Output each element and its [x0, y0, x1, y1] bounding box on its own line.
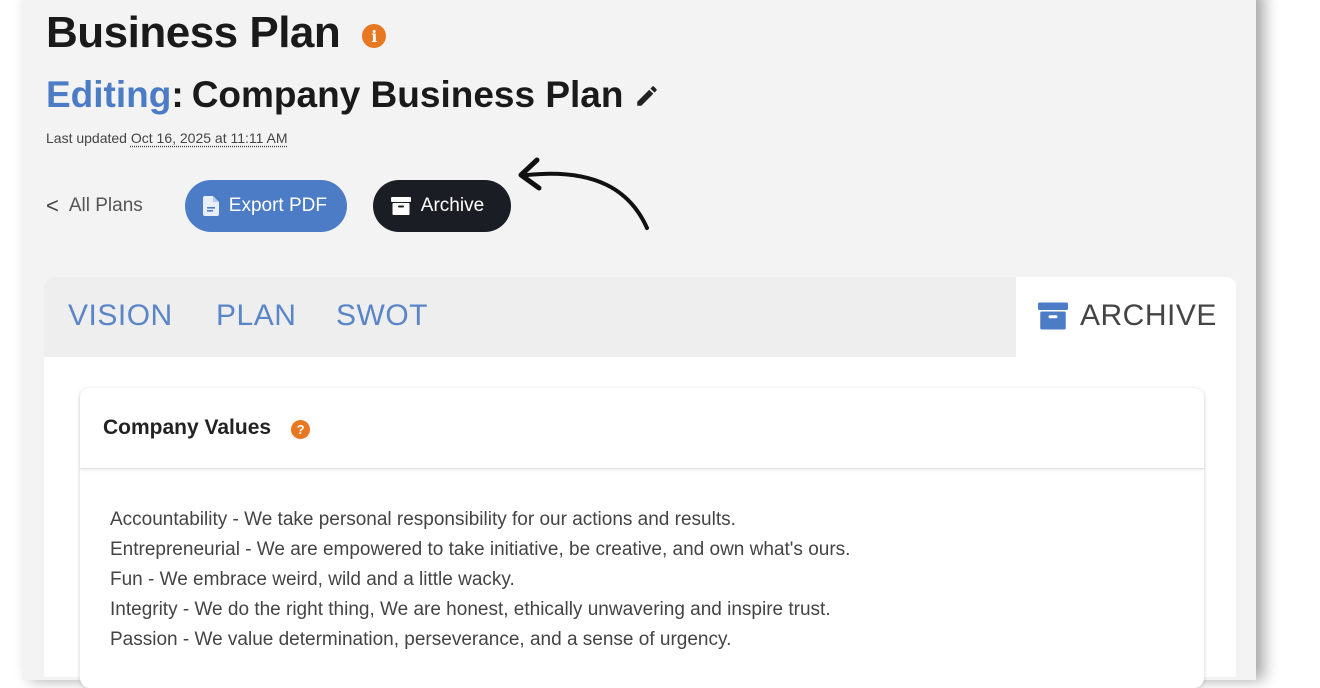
archive-button[interactable]: Archive [372, 180, 511, 232]
plan-name: Company Business Plan [191, 74, 624, 115]
tab-vision[interactable]: VISION [68, 299, 173, 333]
all-plans-label: All Plans [68, 195, 143, 216]
action-bar: < All Plans Export PDF Archive [46, 180, 511, 232]
tab-strip: VISION PLAN SWOT [44, 277, 1016, 357]
company-values-list: Accountability - We take personal respon… [80, 469, 1204, 655]
title-row: Business Plan i [46, 8, 387, 58]
tab-archive[interactable]: ARCHIVE [1038, 299, 1217, 333]
editing-row: Editing : Company Business Plan [46, 74, 660, 116]
archive-box-icon [390, 197, 411, 215]
tab-plan[interactable]: PLAN [216, 299, 296, 333]
last-updated: Last updated Oct 16, 2025 at 11:11 AM [46, 130, 288, 146]
last-updated-label: Last updated [46, 130, 127, 146]
annotation-arrow [518, 157, 649, 230]
export-pdf-label: Export PDF [228, 195, 327, 216]
help-icon[interactable]: ? [291, 419, 311, 439]
editing-colon: : [171, 74, 184, 115]
page-title: Business Plan [46, 8, 341, 57]
pencil-icon[interactable] [634, 83, 660, 114]
value-item: Accountability - We take personal respon… [110, 509, 736, 530]
last-updated-date: Oct 16, 2025 at 11:11 AM [130, 130, 288, 146]
all-plans-link[interactable]: < All Plans [46, 193, 143, 219]
editing-label: Editing [46, 74, 172, 115]
value-item: Integrity - We do the right thing, We ar… [110, 599, 831, 620]
value-item: Entrepreneurial - We are empowered to ta… [110, 539, 851, 560]
tab-swot[interactable]: SWOT [336, 299, 428, 333]
export-pdf-button[interactable]: Export PDF [184, 180, 347, 232]
tab-archive-label: ARCHIVE [1080, 299, 1217, 332]
chevron-left-icon: < [46, 193, 59, 218]
value-item: Fun - We embrace weird, wild and a littl… [110, 569, 515, 590]
company-values-card: Company Values ? Accountability - We tak… [80, 388, 1204, 688]
info-icon[interactable]: i [362, 24, 387, 48]
archive-box-icon [1038, 302, 1068, 330]
pdf-file-icon [202, 196, 219, 216]
archive-label: Archive [420, 195, 485, 216]
company-values-header: Company Values ? [80, 388, 1204, 469]
company-values-title: Company Values [103, 416, 272, 439]
value-item: Passion - We value determination, persev… [110, 629, 732, 650]
